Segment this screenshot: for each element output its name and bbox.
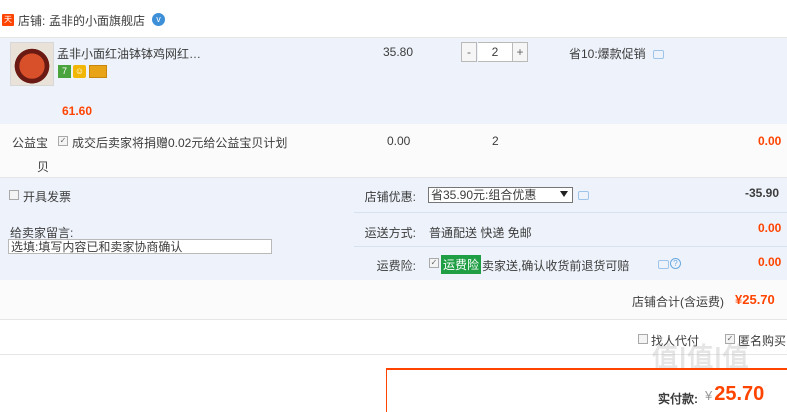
shipping-method: 普通配送 快递 免邮 (429, 226, 532, 240)
freight-insurance-badge: 运费险 (441, 255, 482, 274)
seller-remark-input[interactable] (8, 239, 272, 254)
tmall-badge-icon: 天猫 (2, 14, 14, 36)
freight-insurance-checkbox[interactable]: ✓ (429, 258, 439, 268)
product-title-link[interactable]: 孟非小面红油钵钵鸡网红… (57, 45, 201, 62)
invoice-checkbox[interactable] (9, 190, 19, 200)
service-guarantee-icon: ☺ (73, 65, 86, 78)
seven-day-return-icon: 7 (58, 65, 71, 78)
charity-label-cont: 贝 (37, 160, 50, 174)
chat-bubble-icon[interactable] (578, 191, 589, 200)
charity-quantity: 2 (492, 134, 499, 148)
chat-bubble-icon[interactable] (658, 260, 669, 269)
chevron-down-icon (560, 191, 568, 197)
final-payment-amount: 25.70 (714, 383, 765, 405)
divider (354, 212, 787, 213)
credit-card-icon (89, 65, 107, 78)
chat-bubble-icon[interactable] (653, 50, 665, 59)
charity-row (0, 124, 787, 178)
help-icon[interactable]: ? (670, 258, 681, 269)
verified-icon: v (152, 13, 165, 26)
shop-total-value: ¥25.70 (735, 292, 775, 307)
charity-total: 0.00 (758, 134, 782, 148)
item-total-price: 61.60 (62, 104, 93, 118)
divider (0, 354, 787, 355)
invoice-label[interactable]: 开具发票 (23, 188, 71, 205)
shop-discount-select[interactable]: 省35.90元:组合优惠 (428, 187, 573, 203)
quantity-input[interactable] (478, 42, 512, 62)
anonymous-purchase-label[interactable]: 匿名购买 (738, 332, 786, 349)
shop-discount-amount: -35.90 (745, 186, 780, 200)
unit-price: 35.80 (383, 45, 414, 59)
shop-discount-selected: 省35.90元:组合优惠 (431, 188, 537, 202)
pay-by-friend-label[interactable]: 找人代付 (651, 332, 699, 349)
final-payment-value: ¥25.70 (705, 383, 764, 406)
shop-label: 店铺: (18, 14, 46, 28)
quantity-decrease-button[interactable]: - (461, 42, 477, 62)
product-thumbnail[interactable] (10, 42, 54, 86)
freight-insurance-price: 0.00 (758, 255, 782, 269)
anonymous-purchase-checkbox[interactable]: ✓ (725, 334, 735, 344)
freight-insurance-label: 运费险: (376, 259, 416, 273)
shop-name-link[interactable]: 孟非的小面旗舰店 (49, 12, 145, 29)
charity-description: 成交后卖家将捐赠0.02元给公益宝贝计划 (72, 136, 288, 150)
promotion-text: 省10:爆款促销 (569, 45, 665, 62)
charity-checkbox[interactable]: ✓ (58, 136, 68, 146)
shipping-label: 运送方式: (364, 226, 416, 240)
charity-label: 公益宝 (12, 136, 49, 150)
currency-symbol: ¥ (705, 388, 713, 403)
shop-discount-label: 店铺优惠: (364, 190, 416, 204)
shop-total-label: 店铺合计(含运费) (632, 295, 724, 309)
promotion-label: 省10:爆款促销 (569, 47, 646, 61)
freight-insurance-description: 卖家送,确认收货前退货可赔 (482, 259, 630, 273)
charity-price: 0.00 (387, 134, 411, 148)
divider (354, 246, 787, 247)
final-payment-label: 实付款: (658, 392, 698, 406)
quantity-increase-button[interactable]: + (512, 42, 528, 62)
shipping-price: 0.00 (758, 221, 782, 235)
pay-by-friend-checkbox[interactable] (638, 334, 648, 344)
